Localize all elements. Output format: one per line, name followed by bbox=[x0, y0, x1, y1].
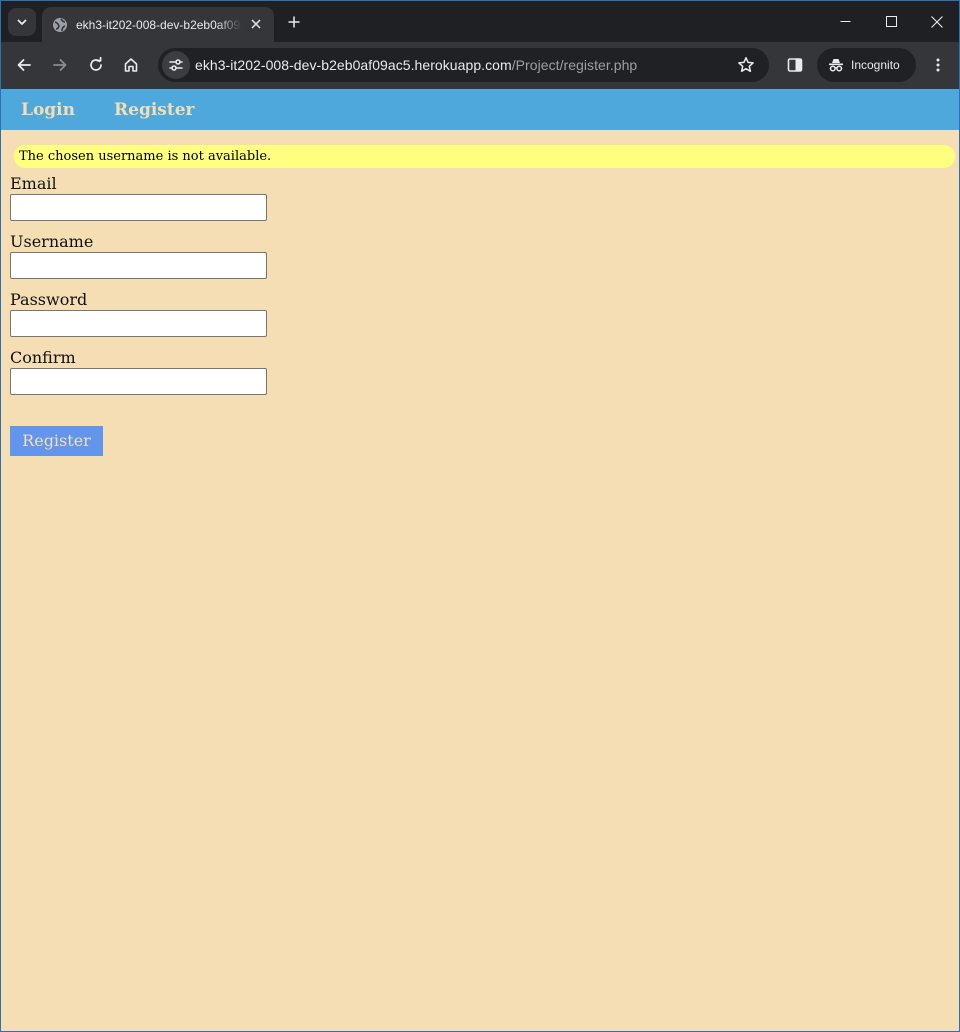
email-input[interactable] bbox=[10, 194, 267, 221]
nav-register-link[interactable]: Register bbox=[114, 100, 194, 120]
email-label: Email bbox=[10, 174, 57, 193]
menu-button[interactable] bbox=[924, 51, 952, 79]
tab-title: ekh3-it202-008-dev-b2eb0af09ac5.herokuap… bbox=[76, 17, 242, 32]
more-vertical-icon bbox=[936, 58, 940, 72]
address-bar[interactable]: ekh3-it202-008-dev-b2eb0af09ac5.herokuap… bbox=[158, 48, 769, 82]
new-tab-button[interactable] bbox=[282, 10, 306, 34]
confirm-label: Confirm bbox=[10, 348, 76, 367]
password-input[interactable] bbox=[10, 310, 267, 337]
maximize-button[interactable] bbox=[868, 1, 914, 42]
forward-button[interactable] bbox=[46, 51, 74, 79]
incognito-label: Incognito bbox=[851, 58, 900, 72]
confirm-field-group: Confirm bbox=[10, 347, 267, 395]
site-nav: Login Register bbox=[1, 89, 959, 130]
url-text: ekh3-it202-008-dev-b2eb0af09ac5.herokuap… bbox=[195, 57, 637, 73]
reload-icon bbox=[90, 57, 102, 71]
tab-strip: ekh3-it202-008-dev-b2eb0af09ac5.herokuap… bbox=[1, 1, 959, 42]
username-label: Username bbox=[10, 232, 94, 251]
url-path: /Project/register.php bbox=[511, 57, 638, 73]
nav-login-link[interactable]: Login bbox=[21, 100, 75, 120]
email-field-group: Email bbox=[10, 173, 267, 221]
active-tab[interactable]: ekh3-it202-008-dev-b2eb0af09ac5.herokuap… bbox=[42, 7, 274, 42]
incognito-icon bbox=[829, 59, 843, 72]
chevron-down-icon bbox=[17, 19, 27, 25]
maximize-icon bbox=[885, 16, 897, 27]
reload-button[interactable] bbox=[82, 51, 110, 79]
password-label: Password bbox=[10, 290, 88, 309]
browser-window: ekh3-it202-008-dev-b2eb0af09ac5.herokuap… bbox=[0, 0, 960, 1032]
minimize-icon bbox=[840, 21, 850, 22]
close-window-button[interactable] bbox=[914, 1, 959, 42]
minimize-button[interactable] bbox=[822, 1, 868, 42]
page-content: Login Register The chosen username is no… bbox=[1, 89, 959, 1031]
tab-search-button[interactable] bbox=[8, 8, 36, 36]
username-input[interactable] bbox=[10, 252, 267, 279]
home-icon bbox=[124, 58, 138, 72]
arrow-left-icon bbox=[17, 59, 31, 71]
register-submit-button[interactable]: Register bbox=[10, 426, 103, 456]
flash-message: The chosen username is not available. bbox=[14, 145, 955, 168]
bookmark-star-icon[interactable] bbox=[737, 56, 755, 74]
side-panel-button[interactable] bbox=[781, 51, 809, 79]
home-button[interactable] bbox=[117, 51, 145, 79]
arrow-right-icon bbox=[53, 59, 67, 71]
confirm-input[interactable] bbox=[10, 368, 267, 395]
tab-close-icon[interactable] bbox=[248, 16, 264, 32]
close-icon bbox=[931, 15, 943, 28]
url-host: ekh3-it202-008-dev-b2eb0af09ac5.herokuap… bbox=[195, 57, 512, 73]
incognito-badge[interactable]: Incognito bbox=[817, 48, 916, 82]
plus-icon bbox=[288, 16, 300, 28]
tune-icon bbox=[169, 59, 183, 71]
back-button[interactable] bbox=[10, 51, 38, 79]
globe-icon bbox=[52, 17, 68, 33]
side-panel-icon bbox=[787, 58, 803, 72]
username-field-group: Username bbox=[10, 231, 267, 279]
browser-toolbar: ekh3-it202-008-dev-b2eb0af09ac5.herokuap… bbox=[1, 42, 959, 89]
password-field-group: Password bbox=[10, 289, 267, 337]
site-info-button[interactable] bbox=[162, 51, 190, 79]
register-form: Email Username Password Confirm bbox=[10, 173, 267, 405]
